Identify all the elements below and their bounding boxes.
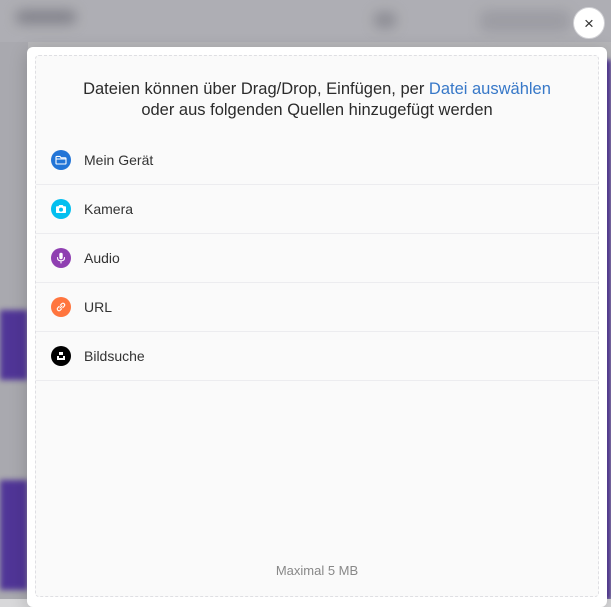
source-image-search[interactable]: Bildsuche xyxy=(36,332,598,381)
source-url[interactable]: URL xyxy=(36,283,598,332)
source-label: URL xyxy=(84,299,113,315)
source-label: Mein Gerät xyxy=(84,152,154,168)
source-label: Kamera xyxy=(84,201,134,217)
unsplash-icon xyxy=(51,346,71,366)
link-icon xyxy=(51,297,71,317)
title-text-2: oder aus folgenden Quellen hinzugefügt w… xyxy=(141,101,493,119)
folder-icon xyxy=(51,150,71,170)
drop-zone[interactable]: Dateien können über Drag/Drop, Einfügen,… xyxy=(35,55,599,597)
camera-icon xyxy=(51,199,71,219)
source-audio[interactable]: Audio xyxy=(36,234,598,283)
max-size-note: Maximal 5 MB xyxy=(275,563,359,578)
source-label: Bildsuche xyxy=(84,348,145,364)
title-text: Dateien können über Drag/Drop, Einfügen,… xyxy=(83,80,429,98)
close-button[interactable]: × xyxy=(573,7,605,39)
source-camera[interactable]: Kamera xyxy=(36,185,598,234)
browse-files-link[interactable]: Datei auswählen xyxy=(429,80,551,98)
close-icon: × xyxy=(584,13,594,33)
source-list: Mein Gerät Kamera Audio URL Bildsuche xyxy=(36,136,598,381)
microphone-icon xyxy=(51,248,71,268)
source-my-device[interactable]: Mein Gerät xyxy=(36,136,598,185)
file-upload-dialog: Dateien können über Drag/Drop, Einfügen,… xyxy=(27,47,607,607)
source-label: Audio xyxy=(84,250,120,266)
dialog-title: Dateien können über Drag/Drop, Einfügen,… xyxy=(36,79,598,121)
